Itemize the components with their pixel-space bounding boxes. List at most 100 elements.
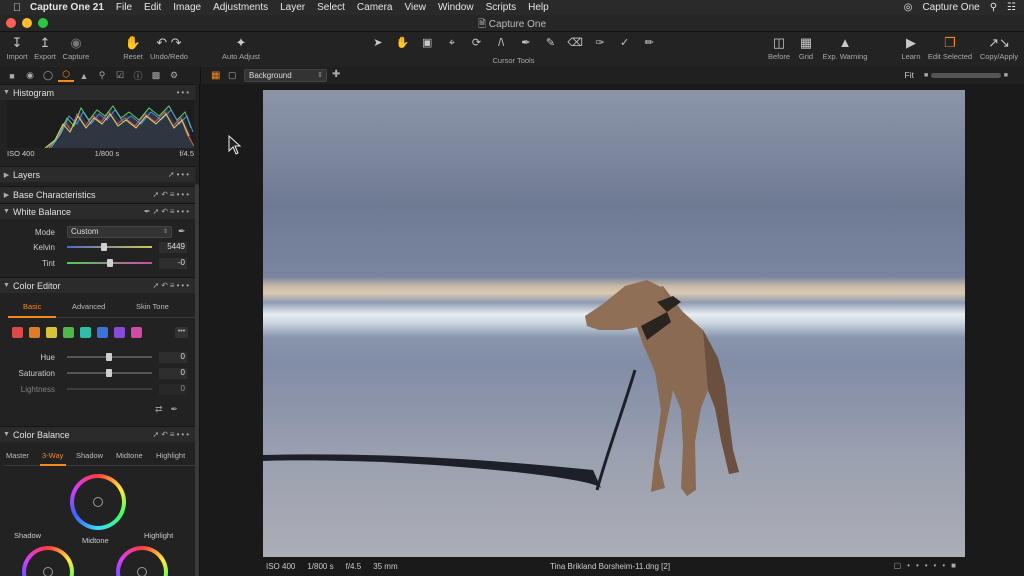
undo-redo-button[interactable]: ↶ ↷ Undo/Redo bbox=[148, 34, 190, 61]
layers-actions-icon[interactable]: ➚••• bbox=[168, 170, 191, 179]
white-balance-header[interactable]: ▼ White Balance ✒➚↶≡••• bbox=[0, 203, 195, 219]
chevron-right-icon[interactable]: ▶ bbox=[0, 191, 13, 199]
color-swatch-8[interactable] bbox=[131, 327, 142, 338]
tab-advanced[interactable]: Advanced bbox=[72, 302, 105, 311]
color-swatch-7[interactable] bbox=[114, 327, 125, 338]
ce-saturation-knob[interactable] bbox=[106, 369, 112, 377]
menu-window[interactable]: Window bbox=[438, 2, 474, 13]
annotate-icon[interactable]: ✏ bbox=[638, 34, 660, 52]
menu-layer[interactable]: Layer bbox=[280, 2, 305, 13]
ce-hue-value[interactable]: 0 bbox=[159, 352, 187, 363]
ce-hue-slider[interactable] bbox=[67, 353, 152, 361]
learn-button[interactable]: ▶ Learn bbox=[898, 34, 924, 61]
apple-icon[interactable]:  bbox=[6, 2, 28, 14]
base-characteristics-actions-icon[interactable]: ➚↶≡••• bbox=[153, 190, 191, 199]
import-button[interactable]: ↧ Import bbox=[4, 34, 30, 61]
edit-selected-button[interactable]: ❐ Edit Selected bbox=[926, 34, 974, 61]
gradient-icon[interactable]: ✑ bbox=[589, 34, 611, 52]
color-editor-actions-icon[interactable]: ➚↶≡••• bbox=[153, 281, 191, 290]
color-swatch-3[interactable] bbox=[46, 327, 57, 338]
capture-button[interactable]: ◉ Capture bbox=[60, 34, 92, 61]
multi-view-icon[interactable]: ▦ bbox=[211, 70, 220, 81]
heal-icon[interactable]: ✓ bbox=[614, 34, 636, 52]
pan-hand-icon[interactable]: ✋ bbox=[392, 34, 414, 52]
wb-tint-slider[interactable] bbox=[67, 259, 152, 267]
layers-header[interactable]: ▶ Layers ➚••• bbox=[0, 166, 195, 182]
grid-button[interactable]: ▦ Grid bbox=[795, 34, 817, 61]
details-tab-icon[interactable]: ⚲ bbox=[94, 70, 110, 81]
wb-tint-value[interactable]: -0 bbox=[159, 258, 187, 269]
library-tab-icon[interactable]: ■ bbox=[4, 71, 20, 81]
reset-button[interactable]: ✋ Reset bbox=[120, 34, 146, 61]
menu-camera[interactable]: Camera bbox=[357, 2, 393, 13]
midtone-wheel-handle[interactable] bbox=[93, 497, 103, 507]
menu-select[interactable]: Select bbox=[317, 2, 345, 13]
single-view-icon[interactable]: ▢ bbox=[228, 70, 237, 81]
beach-dog-photo[interactable] bbox=[263, 90, 965, 557]
menu-file[interactable]: File bbox=[116, 2, 132, 13]
color-swatch-2[interactable] bbox=[29, 327, 40, 338]
keystone-icon[interactable]: /\ bbox=[490, 34, 512, 52]
histogram-header[interactable]: ▼ Histogram ••• bbox=[0, 84, 195, 100]
color-editor-header[interactable]: ▼ Color Editor ➚↶≡••• bbox=[0, 277, 195, 293]
tab-highlight[interactable]: Highlight bbox=[156, 451, 185, 460]
chevron-down-icon[interactable]: ▼ bbox=[0, 208, 13, 215]
color-swatch-4[interactable] bbox=[63, 327, 74, 338]
loupe-icon[interactable]: ▣ bbox=[416, 34, 438, 52]
zoom-track[interactable] bbox=[931, 73, 1001, 78]
menu-view[interactable]: View bbox=[405, 2, 427, 13]
shadow-color-wheel[interactable] bbox=[22, 546, 74, 576]
rating-dots[interactable]: ▢•••••■ bbox=[894, 561, 962, 570]
tab-midtone[interactable]: Midtone bbox=[116, 451, 143, 460]
more-icon[interactable]: ••• bbox=[177, 88, 191, 97]
highlight-wheel-handle[interactable] bbox=[137, 567, 147, 576]
highlight-color-wheel[interactable] bbox=[116, 546, 168, 576]
ce-saturation-value[interactable]: 0 bbox=[159, 368, 187, 379]
wb-kelvin-knob[interactable] bbox=[100, 243, 107, 251]
rotate-icon[interactable]: ⟳ bbox=[466, 34, 488, 52]
eraser-icon[interactable]: ⌫ bbox=[564, 34, 586, 52]
tab-basic[interactable]: Basic bbox=[23, 302, 41, 311]
select-cursor-icon[interactable]: ➤ bbox=[367, 34, 389, 52]
eyedropper-icon[interactable]: ✒ bbox=[178, 226, 186, 237]
color-tab-icon[interactable]: ⬡ bbox=[58, 69, 74, 82]
zoom-fit-label[interactable]: Fit bbox=[905, 70, 914, 80]
exposure-tab-icon[interactable]: ▲ bbox=[76, 71, 92, 81]
tab-skin-tone[interactable]: Skin Tone bbox=[136, 302, 169, 311]
color-picker-icon[interactable]: ✒ bbox=[515, 34, 537, 52]
layer-select[interactable]: Background ⇕ bbox=[244, 69, 327, 82]
white-balance-actions-icon[interactable]: ✒➚↶≡••• bbox=[144, 207, 191, 216]
export-button[interactable]: ↥ Export bbox=[32, 34, 58, 61]
metadata-tab-icon[interactable]: ⓘ bbox=[130, 69, 146, 82]
search-icon[interactable]: ⚲ bbox=[990, 2, 997, 13]
color-swatch-5[interactable] bbox=[80, 327, 91, 338]
wb-kelvin-slider[interactable] bbox=[67, 243, 152, 251]
globe-icon[interactable]: ◎ bbox=[904, 2, 913, 13]
zoom-slider[interactable]: ■ ■ bbox=[924, 71, 1008, 80]
chevron-down-icon[interactable]: ▼ bbox=[0, 431, 13, 438]
chevron-right-icon[interactable]: ▶ bbox=[0, 171, 13, 179]
exp-warning-button[interactable]: ▲ Exp. Warning bbox=[821, 34, 869, 61]
color-swatch-6[interactable] bbox=[97, 327, 108, 338]
chevron-down-icon[interactable]: ▼ bbox=[0, 282, 13, 289]
menu-adjustments[interactable]: Adjustments bbox=[213, 2, 268, 13]
menu-scripts[interactable]: Scripts bbox=[486, 2, 517, 13]
add-layer-icon[interactable]: ✚ bbox=[332, 69, 340, 80]
tab-master[interactable]: Master bbox=[6, 451, 29, 460]
swap-icon[interactable]: ⇄ bbox=[155, 404, 171, 414]
chevron-down-icon[interactable]: ▼ bbox=[0, 89, 13, 96]
ce-hue-knob[interactable] bbox=[106, 353, 112, 361]
adjustments-tab-icon[interactable]: ☑ bbox=[112, 70, 128, 81]
wb-tint-knob[interactable] bbox=[106, 259, 113, 267]
copy-apply-button[interactable]: ↗↘ Copy/Apply bbox=[978, 34, 1020, 61]
base-characteristics-header[interactable]: ▶ Base Characteristics ➚↶≡••• bbox=[0, 186, 195, 202]
menubar-right-app[interactable]: Capture One bbox=[922, 2, 979, 13]
midtone-color-wheel[interactable] bbox=[70, 474, 126, 530]
ce-lightness-slider[interactable] bbox=[67, 388, 152, 390]
tab-3-way[interactable]: 3-Way bbox=[42, 451, 63, 460]
lens-tab-icon[interactable]: ◯ bbox=[40, 70, 56, 81]
output-tab-icon[interactable]: ▩ bbox=[148, 70, 164, 81]
ce-saturation-slider[interactable] bbox=[67, 369, 152, 377]
menu-help[interactable]: Help bbox=[528, 2, 549, 13]
more-swatches-button[interactable]: ••• bbox=[175, 327, 188, 338]
